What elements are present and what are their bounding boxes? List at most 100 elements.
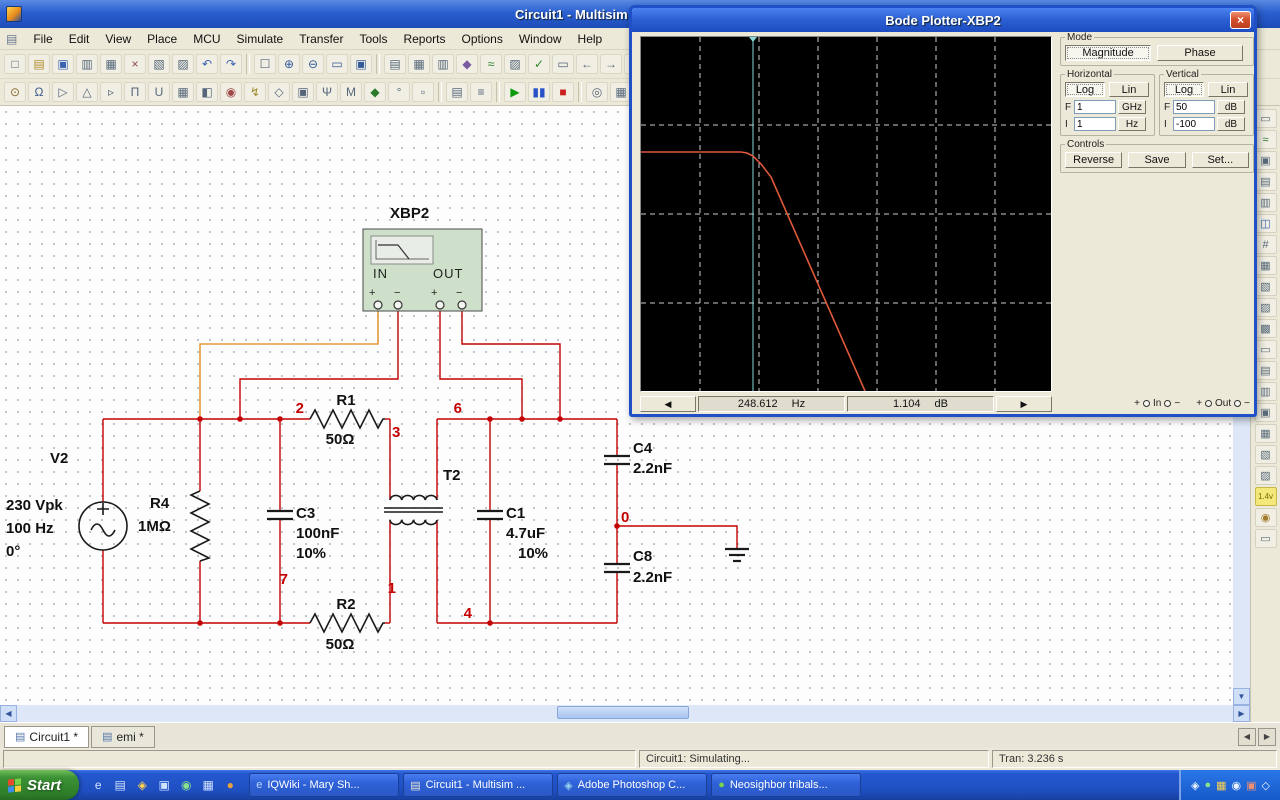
agilent-function-generator-icon[interactable]: ▣: [1254, 403, 1277, 422]
bode-plot-area[interactable]: [640, 36, 1052, 392]
mixed-components-icon[interactable]: ◧: [196, 82, 218, 102]
taskbar-task-multisim[interactable]: ▤ Circuit1 - Multisim ...: [403, 773, 554, 797]
agilent-multimeter-icon[interactable]: ▦: [1254, 424, 1277, 443]
logic-analyzer-icon[interactable]: ▧: [1254, 277, 1277, 296]
frequency-counter-icon[interactable]: #: [1254, 235, 1277, 254]
phase-button[interactable]: Phase: [1157, 45, 1243, 61]
paste-icon[interactable]: ▨: [172, 54, 194, 74]
fullscreen-icon[interactable]: ☐: [254, 54, 276, 74]
tray-icon-antivirus[interactable]: ▣: [1246, 779, 1256, 792]
component-c8-capacitor[interactable]: [604, 562, 630, 574]
design-toolbox-icon[interactable]: ▤: [384, 54, 406, 74]
cursor-right-button[interactable]: ▶: [996, 396, 1052, 412]
menu-tools[interactable]: Tools: [351, 29, 395, 49]
word-generator-icon[interactable]: ▦: [1254, 256, 1277, 275]
rf-components-icon[interactable]: Ψ: [316, 82, 338, 102]
new-icon[interactable]: □: [4, 54, 26, 74]
tab-circuit1[interactable]: ▤ Circuit1 *: [4, 725, 90, 748]
misc-digital-components-icon[interactable]: ▦: [172, 82, 194, 102]
plot-cursor-handle[interactable]: [749, 37, 757, 42]
create-component-icon[interactable]: ◆: [456, 54, 478, 74]
horizontal-initial-input[interactable]: [1074, 117, 1116, 131]
close-icon[interactable]: ×: [1230, 11, 1251, 29]
zoom-fit-icon[interactable]: ▣: [350, 54, 372, 74]
save-button[interactable]: Save: [1128, 152, 1186, 168]
grapher-icon[interactable]: ≈: [480, 54, 502, 74]
quicklaunch-app-icon[interactable]: ◉: [177, 776, 195, 794]
bode-titlebar[interactable]: Bode Plotter-XBP2 ×: [632, 8, 1254, 32]
mcu-components-icon[interactable]: ▫: [412, 82, 434, 102]
menu-place[interactable]: Place: [139, 29, 185, 49]
horizontal-final-input[interactable]: [1074, 100, 1116, 114]
component-t2-transformer[interactable]: [384, 494, 443, 526]
wattmeter-icon[interactable]: ▣: [1254, 151, 1277, 170]
menu-edit[interactable]: Edit: [61, 29, 98, 49]
current-probe-icon[interactable]: ◉: [1254, 508, 1277, 527]
function-generator-icon[interactable]: ≈: [1254, 130, 1277, 149]
out-minus-terminal[interactable]: [457, 300, 467, 310]
save-icon[interactable]: ▣: [52, 54, 74, 74]
open-icon[interactable]: ▤: [28, 54, 50, 74]
scroll-right-button[interactable]: ▶: [1233, 705, 1250, 722]
vertical-final-input[interactable]: [1173, 100, 1215, 114]
quicklaunch-dot-icon[interactable]: ●: [221, 776, 239, 794]
agilent-oscilloscope-icon[interactable]: ▧: [1254, 445, 1277, 464]
spreadsheet-view-icon[interactable]: ▦: [408, 54, 430, 74]
cursor-left-button[interactable]: ◀: [640, 396, 696, 412]
horizontal-scrollbar[interactable]: ◀ ▶: [0, 705, 1280, 722]
taskbar-task-photoshop[interactable]: ◈ Adobe Photoshop C...: [557, 773, 708, 797]
zoom-in-icon[interactable]: ⊕: [278, 54, 300, 74]
quicklaunch-desktop-icon[interactable]: ▤: [111, 776, 129, 794]
tray-icon-display[interactable]: ◈: [1191, 779, 1199, 792]
component-ground[interactable]: [725, 547, 749, 563]
basic-components-icon[interactable]: Ω: [28, 82, 50, 102]
stop-simulation-button[interactable]: ■: [552, 82, 574, 102]
in-minus-terminal[interactable]: [393, 300, 403, 310]
tray-icon-network[interactable]: ●: [1204, 779, 1211, 791]
menu-reports[interactable]: Reports: [395, 29, 453, 49]
tray-icon-messenger[interactable]: ◇: [1262, 779, 1270, 792]
cut-icon[interactable]: ×: [124, 54, 146, 74]
tab-scroll-right-button[interactable]: ▶: [1258, 727, 1276, 746]
vertical-log-button[interactable]: Log: [1164, 82, 1204, 97]
menu-help[interactable]: Help: [570, 29, 611, 49]
scroll-down-button[interactable]: ▼: [1233, 688, 1250, 705]
ni-components-icon[interactable]: ◆: [364, 82, 386, 102]
start-button[interactable]: Start: [0, 770, 80, 800]
tektronix-oscilloscope-icon[interactable]: ▨: [1254, 466, 1277, 485]
bode-plotter-instrument-icon[interactable]: IN OUT + − + −: [362, 228, 483, 312]
component-c4-capacitor[interactable]: [604, 454, 630, 466]
analog-components-icon[interactable]: ▹: [100, 82, 122, 102]
quicklaunch-media-icon[interactable]: ◈: [133, 776, 151, 794]
back-annotate-icon[interactable]: ←: [576, 54, 598, 74]
horizontal-lin-button[interactable]: Lin: [1109, 82, 1149, 97]
postprocessor-icon[interactable]: ▨: [504, 54, 526, 74]
forward-annotate-icon[interactable]: →: [600, 54, 622, 74]
component-c1-capacitor[interactable]: [477, 509, 503, 521]
wire-bode-in-minus[interactable]: [239, 309, 399, 419]
menu-transfer[interactable]: Transfer: [291, 29, 351, 49]
distortion-analyzer-icon[interactable]: ▭: [1254, 340, 1277, 359]
indicator-components-icon[interactable]: ◉: [220, 82, 242, 102]
taskbar-task-browser[interactable]: e IQWiki - Mary Sh...: [249, 773, 400, 797]
menu-mcu[interactable]: MCU: [185, 29, 228, 49]
misc-components-icon[interactable]: ◇: [268, 82, 290, 102]
horizontal-scroll-thumb[interactable]: [557, 706, 689, 719]
transistor-components-icon[interactable]: △: [76, 82, 98, 102]
component-r4-resistor[interactable]: [189, 490, 212, 562]
zoom-area-icon[interactable]: ▭: [326, 54, 348, 74]
menu-file[interactable]: File: [25, 29, 60, 49]
print-preview-icon[interactable]: ▦: [100, 54, 122, 74]
electrical-rules-check-icon[interactable]: ✓: [528, 54, 550, 74]
menu-view[interactable]: View: [97, 29, 139, 49]
capture-area-icon[interactable]: ▭: [552, 54, 574, 74]
connector-components-icon[interactable]: °: [388, 82, 410, 102]
horizontal-scroll-track[interactable]: [17, 705, 1233, 722]
cmos-components-icon[interactable]: U: [148, 82, 170, 102]
advanced-peripherals-icon[interactable]: ▣: [292, 82, 314, 102]
taskbar-task-other[interactable]: ● Neosighbor tribals...: [711, 773, 862, 797]
tray-icon-volume[interactable]: ◉: [1232, 779, 1242, 792]
quicklaunch-tool-icon[interactable]: ▦: [199, 776, 217, 794]
vertical-initial-unit[interactable]: dB: [1217, 117, 1245, 131]
run-simulation-button[interactable]: ▶: [504, 82, 526, 102]
